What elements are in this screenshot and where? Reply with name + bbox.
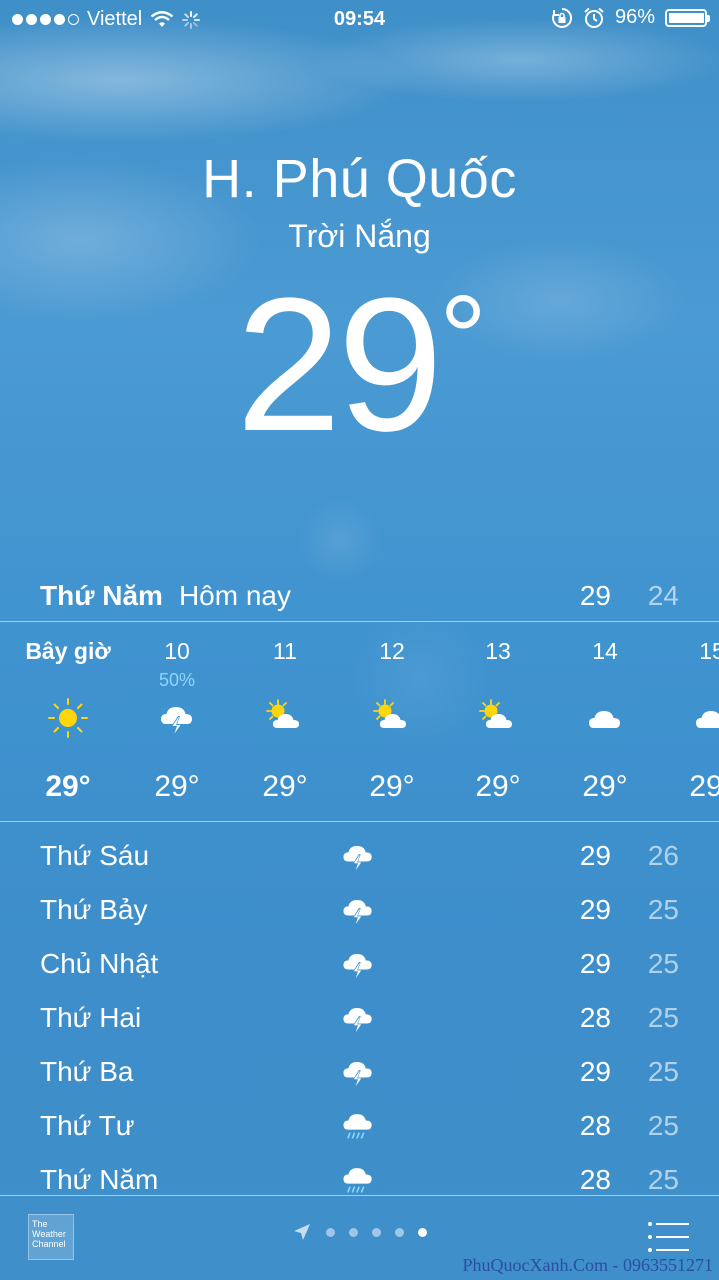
- daily-forecast-row: Thứ Ba 29 25: [40, 1046, 679, 1100]
- daily-forecast-row: Chủ Nhật 29 25: [40, 938, 679, 992]
- current-condition: Trời Nắng: [288, 218, 431, 254]
- rain-icon: [338, 1106, 378, 1146]
- hourly-forecast[interactable]: Bây giờ 29° 10 50% 29° 11 29° 12 29° 13 …: [0, 624, 719, 820]
- daily-high: 28: [579, 1110, 611, 1141]
- hourly-temperature: 29°: [262, 770, 308, 803]
- daily-low: 26: [647, 840, 679, 871]
- alarm-icon: [584, 7, 604, 28]
- current-temperature: 29°: [0, 270, 719, 460]
- page-dot[interactable]: [372, 1227, 381, 1237]
- daily-low: 25: [647, 1002, 679, 1033]
- daily-day-name: Chủ Nhật: [40, 948, 159, 979]
- hourly-temperature: 29°: [689, 770, 719, 803]
- daily-low: 25: [647, 948, 679, 979]
- city-name: H. Phú Quốc: [202, 149, 517, 209]
- today-label: Hôm nay: [178, 580, 291, 611]
- status-bar: Viettel 09:54 96%: [0, 0, 719, 40]
- hourly-time: 13: [485, 638, 511, 664]
- daily-forecast-list[interactable]: Thứ Sáu 29 26 Thứ Bảy 29 25 Chủ Nhật 29 …: [40, 830, 679, 1208]
- today-high: 29: [579, 580, 611, 611]
- hourly-time: 10: [164, 638, 190, 664]
- thunderstorm-icon: [338, 1052, 378, 1092]
- page-dot[interactable]: [418, 1227, 427, 1237]
- thunderstorm-icon: [338, 998, 378, 1038]
- hourly-temperature: 29°: [369, 770, 415, 803]
- daily-day-name: Thứ Hai: [40, 1002, 142, 1033]
- daily-forecast-row: Thứ Tư 28 25: [40, 1100, 679, 1154]
- weather-channel-logo-text: The Weather Channel: [32, 1219, 66, 1249]
- today-day: Thứ Năm: [40, 580, 163, 611]
- page-dot[interactable]: [395, 1227, 404, 1237]
- thunderstorm-icon: [338, 890, 378, 930]
- partly-cloudy-icon: [263, 696, 307, 740]
- daily-forecast-row: Thứ Hai 28 25: [40, 992, 679, 1046]
- cloud-icon: [583, 696, 627, 740]
- daily-day-name: Thứ Ba: [40, 1056, 134, 1087]
- daily-high: 29: [579, 840, 611, 871]
- daily-high: 28: [579, 1002, 611, 1033]
- degree-symbol: °: [439, 271, 487, 405]
- daily-high: 28: [579, 1164, 611, 1195]
- daily-high: 29: [579, 1056, 611, 1087]
- partly-cloudy-icon: [476, 696, 520, 740]
- hourly-temperature: 29°: [154, 770, 200, 803]
- divider: [0, 821, 719, 822]
- daily-forecast-row: Thứ Sáu 29 26: [40, 830, 679, 884]
- partly-cloudy-icon: [370, 696, 414, 740]
- rotation-lock-icon: [552, 7, 573, 28]
- hourly-time: 14: [592, 638, 618, 664]
- hourly-time: 11: [273, 638, 297, 664]
- today-low: 24: [647, 580, 679, 611]
- daily-day-name: Thứ Năm: [40, 1164, 159, 1195]
- rain-icon: [338, 1160, 378, 1200]
- today-summary-row: Thứ Năm Hôm nay 29 24: [40, 572, 679, 620]
- battery-icon: [665, 8, 710, 27]
- thunderstorm-icon: [338, 836, 378, 876]
- thunderstorm-icon: [338, 944, 378, 984]
- hourly-time: Bây giờ: [25, 638, 111, 664]
- daily-high: 29: [579, 894, 611, 925]
- daily-day-name: Thứ Bảy: [40, 894, 148, 925]
- hourly-temperature: 29°: [475, 770, 521, 803]
- daily-day-name: Thứ Sáu: [40, 840, 150, 871]
- city-list-icon[interactable]: [647, 1220, 689, 1254]
- cloud-icon: [690, 696, 719, 740]
- daily-low: 25: [647, 894, 679, 925]
- hourly-temperature: 29°: [582, 770, 628, 803]
- current-temperature-value: 29: [235, 259, 443, 471]
- weather-channel-logo[interactable]: The Weather Channel: [28, 1214, 74, 1260]
- hourly-time: 15: [699, 638, 719, 664]
- bottom-toolbar: The Weather Channel PhuQuocXanh.Com - 09…: [0, 1196, 719, 1280]
- daily-low: 25: [647, 1164, 679, 1195]
- hourly-precipitation-chance: 50%: [158, 670, 196, 690]
- sun-icon: [46, 696, 90, 740]
- location-arrow-icon: [294, 1224, 310, 1240]
- page-dot[interactable]: [326, 1227, 335, 1237]
- daily-low: 25: [647, 1056, 679, 1087]
- daily-forecast-row: Thứ Bảy 29 25: [40, 884, 679, 938]
- thunderstorm-icon: [155, 696, 199, 740]
- hourly-temperature: 29°: [45, 770, 91, 803]
- battery-percent: 96%: [614, 6, 655, 28]
- divider: [0, 621, 719, 622]
- daily-day-name: Thứ Tư: [40, 1110, 135, 1141]
- page-dot[interactable]: [349, 1227, 358, 1237]
- daily-low: 25: [647, 1110, 679, 1141]
- hourly-time: 12: [379, 638, 405, 664]
- daily-high: 29: [579, 948, 611, 979]
- watermark: PhuQuocXanh.Com - 0963551271: [462, 1255, 714, 1275]
- page-indicator[interactable]: [292, 1222, 427, 1242]
